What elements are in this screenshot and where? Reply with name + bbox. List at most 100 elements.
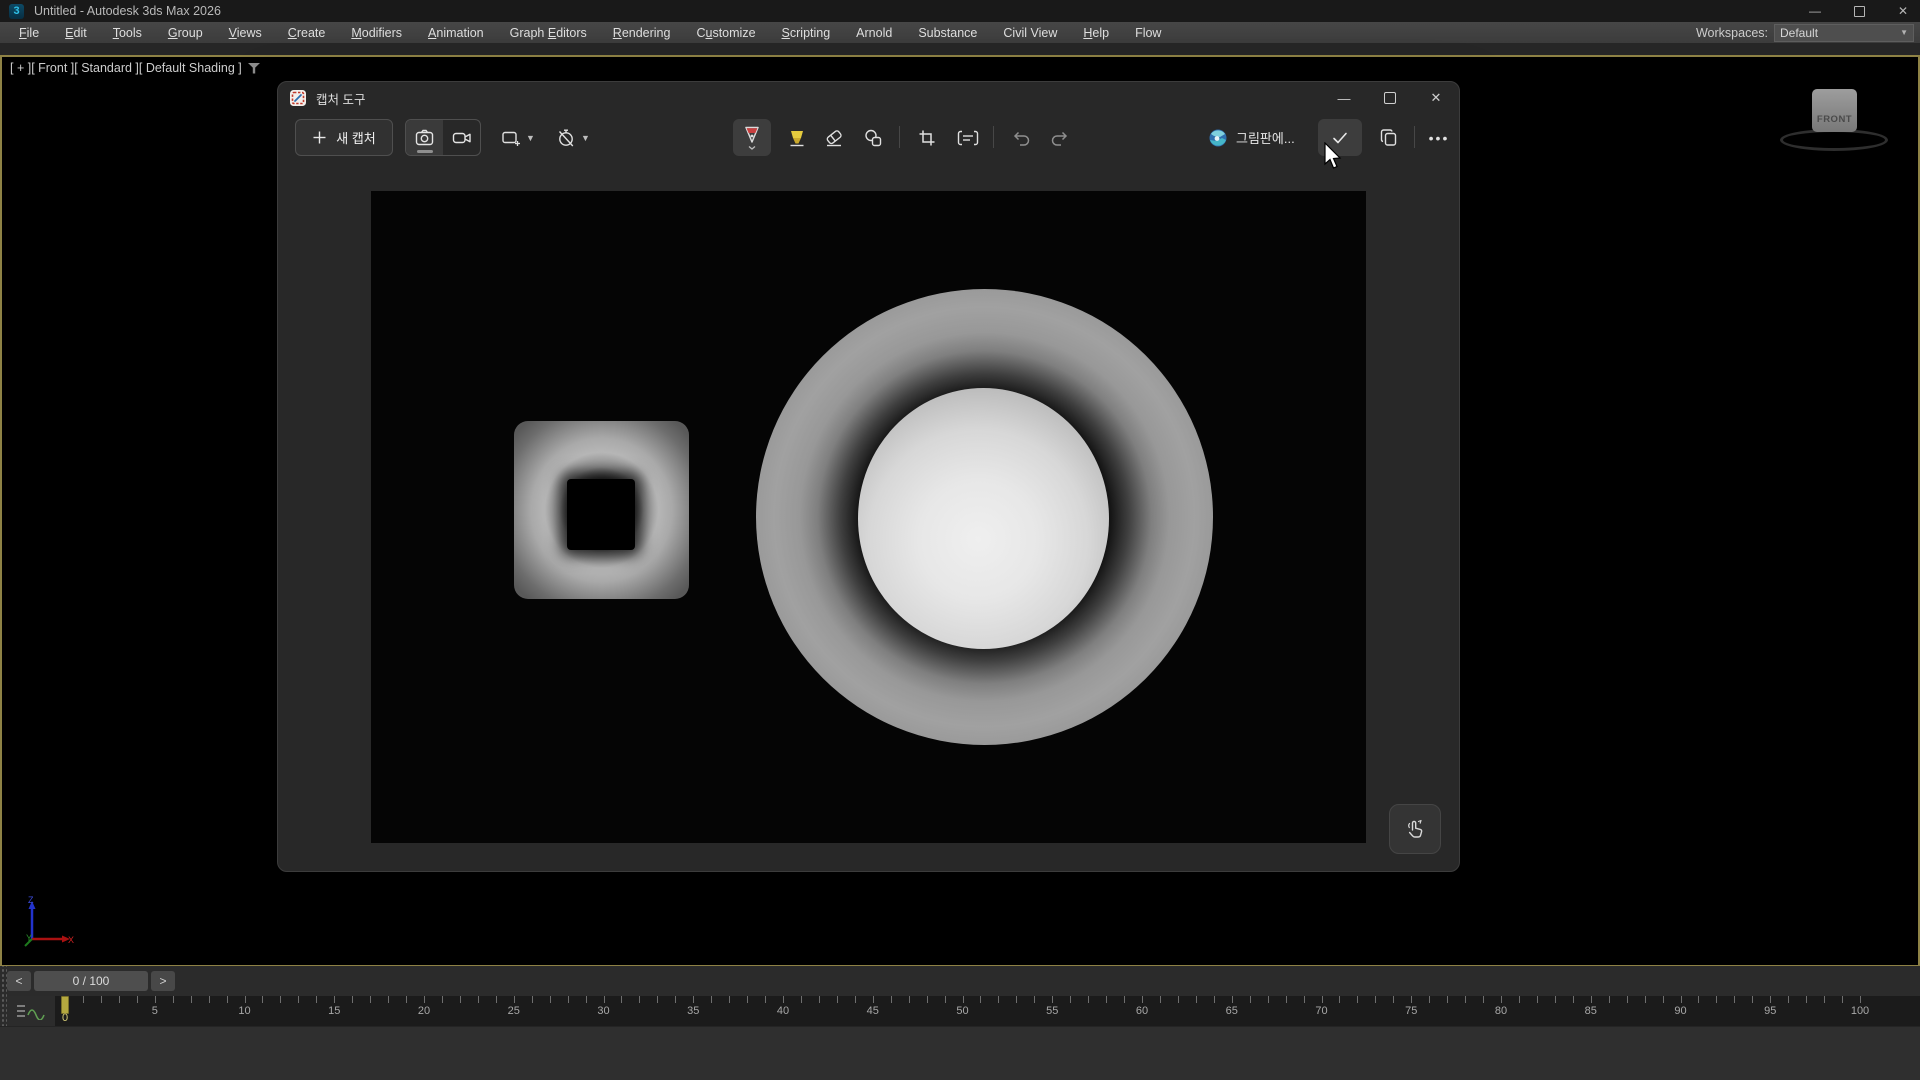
- ruler-tick: [945, 996, 946, 1003]
- menu-item-views[interactable]: Views: [216, 24, 275, 42]
- capture-mode-toggle: [405, 119, 481, 156]
- menu-item-file[interactable]: File: [6, 24, 52, 42]
- menu-item-help[interactable]: Help: [1070, 24, 1122, 42]
- close-icon[interactable]: ✕: [1894, 2, 1912, 20]
- highlighter-button[interactable]: [778, 119, 816, 156]
- edit-in-paint-button[interactable]: 그림판에...: [1208, 119, 1295, 156]
- highlighter-icon: [787, 128, 807, 148]
- ruler-tick: [1770, 996, 1771, 1003]
- ruler-tick: [1286, 996, 1287, 1003]
- workspaces-value: Default: [1780, 26, 1818, 40]
- menu-items: FileEditToolsGroupViewsCreateModifiersAn…: [0, 24, 1174, 42]
- ruler-tick: [298, 996, 299, 1003]
- snip-delay-dropdown[interactable]: ▼: [552, 119, 594, 156]
- time-slider-value: 0 / 100: [73, 974, 110, 988]
- menu-item-create[interactable]: Create: [275, 24, 339, 42]
- menu-item-group[interactable]: Group: [155, 24, 216, 42]
- ruler-tick: [873, 996, 874, 1003]
- viewport-label[interactable]: [ + ][ Front ][ Standard ][ Default Shad…: [10, 61, 260, 75]
- viewcube-front-face[interactable]: FRONT: [1812, 89, 1857, 132]
- text-actions-button[interactable]: [949, 119, 987, 156]
- ruler-tick: [227, 996, 228, 1003]
- snip-maximize-icon[interactable]: [1367, 82, 1413, 114]
- ruler-tick: [424, 996, 425, 1003]
- new-capture-button[interactable]: 새 캡처: [295, 119, 393, 156]
- touch-writing-button[interactable]: [1389, 804, 1441, 854]
- video-mode-button[interactable]: [443, 120, 480, 155]
- ruler-tick: [1393, 996, 1394, 1003]
- photo-mode-button[interactable]: [406, 120, 443, 155]
- snip-shape-dropdown[interactable]: ▼: [497, 119, 539, 156]
- redo-button[interactable]: [1041, 119, 1079, 156]
- ruler-tick: [460, 996, 461, 1003]
- eraser-button[interactable]: [815, 119, 853, 156]
- undo-button[interactable]: [1002, 119, 1040, 156]
- workspaces-dropdown[interactable]: Default ▼: [1774, 24, 1914, 42]
- ruler-tick: [1016, 996, 1017, 1003]
- next-frame-button[interactable]: >: [151, 971, 175, 991]
- copy-button[interactable]: [1368, 119, 1408, 156]
- ruler-tick: [586, 996, 587, 1003]
- ruler-tick: [1681, 996, 1682, 1003]
- undo-icon: [1011, 128, 1031, 148]
- ruler-tick: [1106, 996, 1107, 1003]
- menu-item-customize[interactable]: Customize: [683, 24, 768, 42]
- menu-item-tools[interactable]: Tools: [100, 24, 155, 42]
- ruler-tick: [1447, 996, 1448, 1003]
- snip-minimize-icon[interactable]: —: [1321, 82, 1367, 114]
- see-more-button[interactable]: •••: [1421, 119, 1457, 156]
- filter-funnel-icon[interactable]: [248, 63, 260, 74]
- camera-icon: [415, 128, 434, 147]
- ruler-tick: [209, 996, 210, 1003]
- menu-item-flow[interactable]: Flow: [1122, 24, 1174, 42]
- maximize-icon[interactable]: [1850, 2, 1868, 20]
- menu-item-rendering[interactable]: Rendering: [600, 24, 684, 42]
- menu-item-animation[interactable]: Animation: [415, 24, 497, 42]
- svg-text:Y: Y: [26, 933, 32, 943]
- ruler-tick: [1160, 996, 1161, 1003]
- screen: 3 Untitled - Autodesk 3ds Max 2026 — ✕ F…: [0, 0, 1920, 1080]
- menu-item-arnold[interactable]: Arnold: [843, 24, 905, 42]
- menu-item-edit[interactable]: Edit: [52, 24, 100, 42]
- menu-item-scripting[interactable]: Scripting: [769, 24, 844, 42]
- toolbar-strip: [0, 43, 1920, 55]
- ruler-tick: [1178, 996, 1179, 1003]
- max-app-icon: 3: [9, 4, 24, 19]
- axis-gizmo: Z X Y: [16, 893, 76, 953]
- ruler-tick: [1124, 996, 1125, 1003]
- ruler-tick: [1411, 996, 1412, 1003]
- rectangle-snip-icon: [501, 128, 521, 148]
- mini-curve-editor-button[interactable]: [12, 999, 52, 1023]
- plus-icon: [312, 130, 327, 145]
- ruler-tick: [675, 996, 676, 1003]
- menu-item-modifiers[interactable]: Modifiers: [338, 24, 415, 42]
- previous-frame-button[interactable]: <: [7, 971, 31, 991]
- track-bar-row: 0510152025303540455055606570758085909510…: [0, 996, 1920, 1026]
- crop-button[interactable]: [908, 119, 946, 156]
- viewcube-ring[interactable]: [1780, 129, 1888, 151]
- time-slider-handle[interactable]: 0 / 100: [34, 971, 148, 991]
- ruler-tick: [1465, 996, 1466, 1003]
- dock-grip[interactable]: [0, 996, 7, 1026]
- ruler-tick: [101, 996, 102, 1003]
- menu-item-civil-view[interactable]: Civil View: [990, 24, 1070, 42]
- ruler-tick: [1519, 996, 1520, 1003]
- ruler-tick: [1357, 996, 1358, 1003]
- ruler-tick: [568, 996, 569, 1003]
- snip-close-icon[interactable]: ✕: [1413, 82, 1459, 114]
- ballpoint-pen-button[interactable]: [733, 119, 771, 156]
- ruler-frame-label: 5: [152, 1005, 158, 1017]
- ruler-tick: [1142, 996, 1143, 1003]
- ruler-tick: [1196, 996, 1197, 1003]
- menu-item-substance[interactable]: Substance: [905, 24, 990, 42]
- viewcube[interactable]: FRONT: [1780, 85, 1890, 155]
- shapes-button[interactable]: [854, 119, 892, 156]
- max-window-title: Untitled - Autodesk 3ds Max 2026: [34, 4, 221, 18]
- minimize-icon[interactable]: —: [1806, 2, 1824, 20]
- menu-item-graph-editors[interactable]: Graph Editors: [497, 24, 600, 42]
- frame-ruler[interactable]: 0510152025303540455055606570758085909510…: [55, 996, 1920, 1026]
- dock-grip[interactable]: [0, 966, 7, 996]
- snip-titlebar[interactable]: 캡처 도구 — ✕: [278, 82, 1459, 114]
- ruler-tick: [1645, 996, 1646, 1003]
- captured-image: [371, 191, 1366, 843]
